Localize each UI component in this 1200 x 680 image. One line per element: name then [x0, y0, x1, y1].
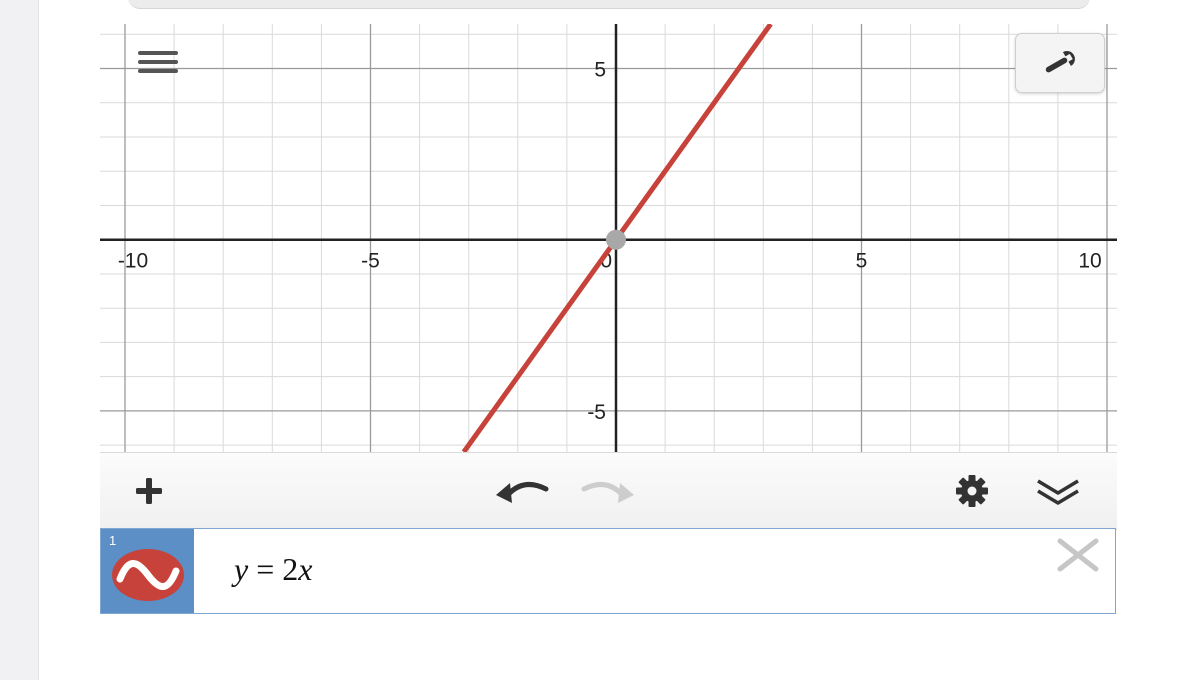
- left-margin: [0, 0, 39, 680]
- redo-button[interactable]: [578, 469, 642, 513]
- undo-icon: [496, 482, 549, 503]
- expression-lhs: y: [234, 551, 249, 587]
- undo-button[interactable]: [488, 469, 552, 513]
- expression-tab[interactable]: 1: [101, 529, 194, 613]
- expression-variable: x: [298, 551, 313, 587]
- y-tick-label: 5: [594, 59, 606, 82]
- intercept-point[interactable]: [606, 229, 626, 250]
- redo-icon: [581, 482, 634, 503]
- expression-item[interactable]: 1 y = 2x: [100, 528, 1116, 614]
- collapse-list-button[interactable]: [1030, 469, 1086, 513]
- expression-toolbar: [100, 452, 1117, 530]
- y-tick-label: -5: [587, 401, 606, 424]
- double-chevron-down-icon: [1037, 479, 1079, 505]
- plus-icon: [136, 478, 162, 504]
- x-tick-label: -10: [118, 250, 148, 273]
- menu-button[interactable]: [128, 40, 188, 86]
- expression-equals: =: [256, 551, 275, 587]
- x-tick-label: 10: [1078, 250, 1101, 273]
- hamburger-bar: [138, 60, 178, 64]
- hamburger-bar: [138, 51, 178, 55]
- graph-settings-button[interactable]: [1015, 33, 1105, 93]
- hamburger-bar: [138, 69, 178, 73]
- settings-button[interactable]: [946, 469, 998, 513]
- expression-math: y = 2x: [234, 551, 312, 588]
- top-search-bar[interactable]: [128, 0, 1090, 9]
- gear-icon: [956, 475, 988, 507]
- graph-style-icon[interactable]: [110, 545, 186, 603]
- delete-expression-button[interactable]: [1054, 537, 1104, 577]
- expression-coefficient: 2: [282, 551, 299, 587]
- x-tick-label: 5: [856, 250, 868, 273]
- graph-canvas[interactable]: -10 -5 0 5 10 5 -5: [100, 24, 1117, 452]
- graph-paper[interactable]: -10 -5 0 5 10 5 -5: [100, 24, 1117, 452]
- expression-input[interactable]: y = 2x: [194, 529, 1044, 613]
- wrench-icon: [1045, 51, 1075, 73]
- x-tick-label: -5: [361, 250, 380, 273]
- close-icon: [1057, 538, 1099, 572]
- add-item-button[interactable]: [128, 469, 178, 513]
